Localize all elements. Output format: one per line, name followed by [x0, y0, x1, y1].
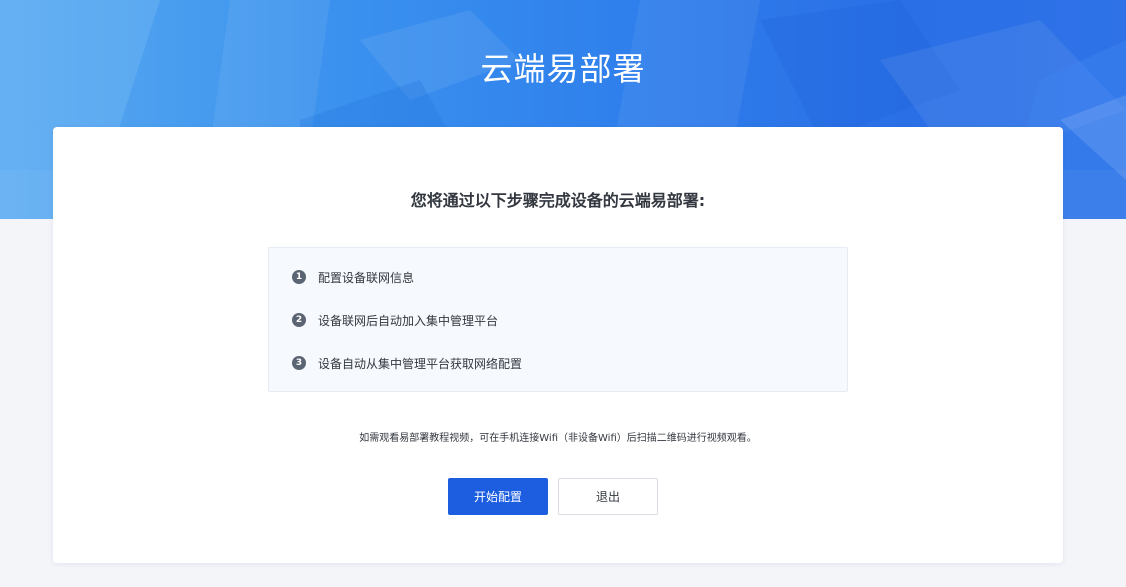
step-text: 设备自动从集中管理平台获取网络配置 — [318, 356, 523, 371]
card-heading: 您将通过以下步骤完成设备的云端易部署: — [410, 191, 706, 210]
step-number-badge: 2 — [292, 313, 306, 327]
step-text: 设备联网后自动加入集中管理平台 — [318, 313, 499, 328]
step-item-2: 2 设备联网后自动加入集中管理平台 — [292, 310, 498, 330]
steps-list: 1 配置设备联网信息 2 设备联网后自动加入集中管理平台 3 设备自动从集中管理… — [268, 247, 848, 392]
deployment-card: 您将通过以下步骤完成设备的云端易部署: 1 配置设备联网信息 2 设备联网后自动… — [53, 127, 1063, 563]
exit-button[interactable]: 退出 — [558, 478, 658, 515]
setup-page: 云端易部署 您将通过以下步骤完成设备的云端易部署: 1 配置设备联网信息 2 设… — [0, 0, 1126, 587]
banner-title: 云端易部署 — [480, 50, 646, 88]
step-text: 配置设备联网信息 — [318, 270, 415, 285]
step-number-badge: 1 — [292, 270, 306, 284]
step-number-badge: 3 — [292, 356, 306, 370]
step-item-3: 3 设备自动从集中管理平台获取网络配置 — [292, 353, 522, 373]
tutorial-note: 如需观看易部署教程视频，可在手机连接Wifi（非设备Wifi）后扫描二维码进行视… — [359, 433, 757, 444]
start-config-button[interactable]: 开始配置 — [448, 478, 548, 515]
step-item-1: 1 配置设备联网信息 — [292, 267, 414, 287]
